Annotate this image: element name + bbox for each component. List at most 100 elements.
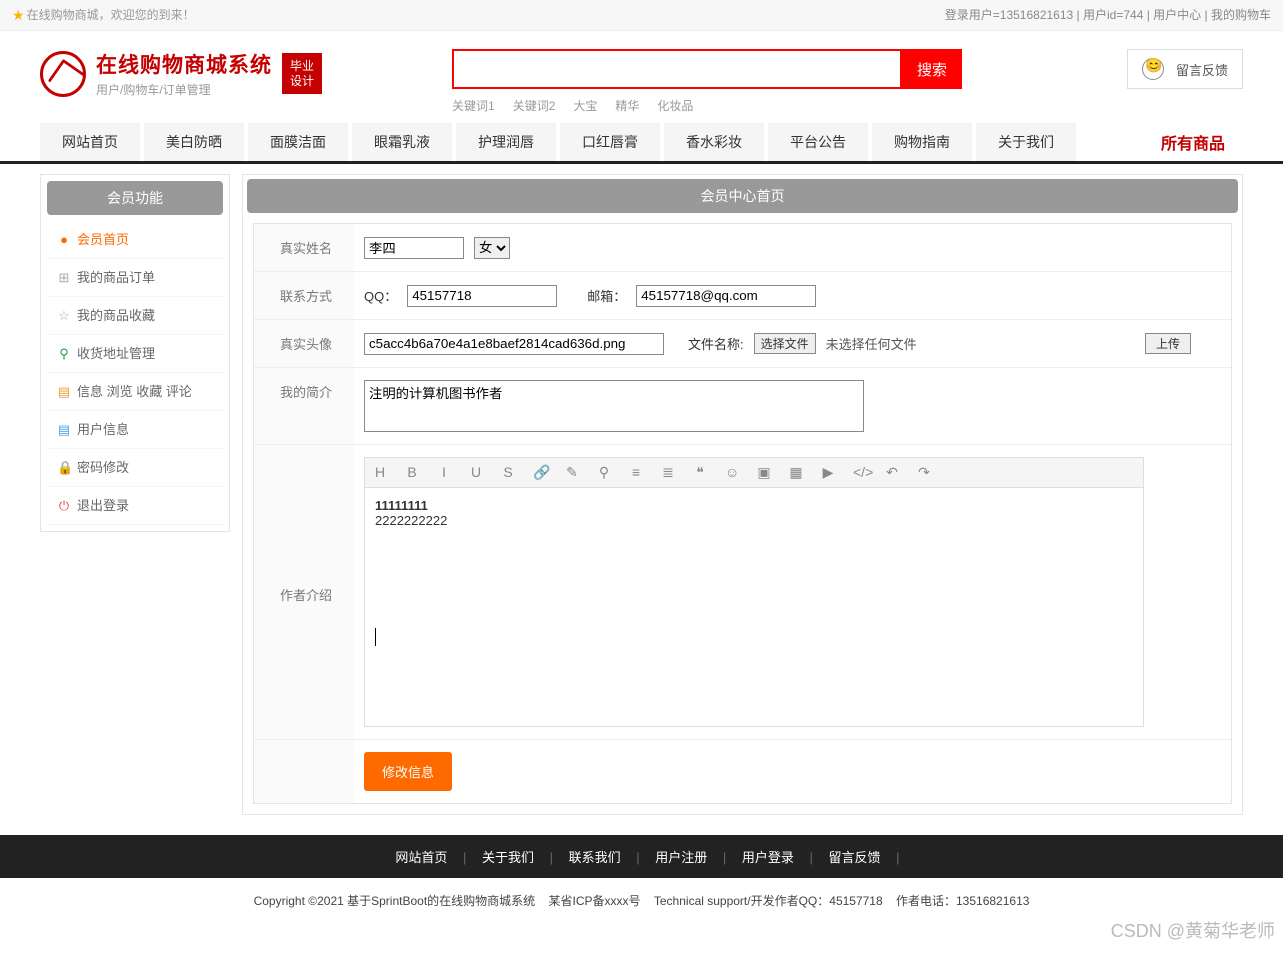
nav-item[interactable]: 网站首页 <box>40 123 140 161</box>
search-keywords: 关键词1 关键词2 大宝 精华 化妆品 <box>452 97 962 114</box>
headset-icon <box>1142 58 1164 80</box>
toolbar-icon[interactable]: H <box>373 464 387 481</box>
star-icon: ★ <box>12 0 25 31</box>
nav-item[interactable]: 关于我们 <box>976 123 1076 161</box>
nav-item[interactable]: 眼霜乳液 <box>352 123 452 161</box>
nav-item[interactable]: 护理润唇 <box>456 123 556 161</box>
toolbar-icon[interactable]: ▦ <box>789 464 803 481</box>
sidebar-item[interactable]: 🔒密码修改 <box>47 449 223 487</box>
footer-link[interactable]: 留言反馈 <box>817 850 893 865</box>
sidebar-icon: ⊞ <box>57 259 71 297</box>
my-cart-link[interactable]: 我的购物车 <box>1211 8 1271 22</box>
sidebar-item[interactable]: ▤用户信息 <box>47 411 223 449</box>
toolbar-icon[interactable]: ↷ <box>917 464 931 481</box>
header: 在线购物商城系统 用户/购物车/订单管理 毕业设计 搜索 关键词1 关键词2 大宝 精… <box>0 31 1283 122</box>
logo-badge: 毕业设计 <box>282 53 322 94</box>
editor-line2: 2222222222 <box>375 513 1133 528</box>
editor-line1: 11111111 <box>375 498 1133 513</box>
sidebar-item-label: 收货地址管理 <box>77 335 155 373</box>
logo-icon <box>40 51 86 97</box>
topbar-right: 登录用户=13516821613 | 用户id=744 | 用户中心 | 我的购… <box>945 0 1271 30</box>
keyword-link[interactable]: 关键词2 <box>513 99 556 113</box>
footer-link[interactable]: 关于我们 <box>470 850 546 865</box>
toolbar-icon[interactable]: S <box>501 464 515 481</box>
toolbar-icon[interactable]: ↶ <box>885 464 899 481</box>
sidebar-item-label: 我的商品订单 <box>77 259 155 297</box>
footer-link[interactable]: 联系我们 <box>557 850 633 865</box>
footer-link[interactable]: 网站首页 <box>383 850 459 865</box>
toolbar-icon[interactable]: 🔗 <box>533 464 547 481</box>
file-none-text: 未选择任何文件 <box>826 334 917 353</box>
site-title: 在线购物商城系统 <box>96 49 272 79</box>
sidebar-item[interactable]: ⏻退出登录 <box>47 487 223 525</box>
upload-button[interactable]: 上传 <box>1145 333 1191 354</box>
keyword-link[interactable]: 关键词1 <box>452 99 495 113</box>
toolbar-icon[interactable]: ☺ <box>725 464 739 481</box>
topbar: ★ 在线购物商城，欢迎您的到来！ 登录用户=13516821613 | 用户id… <box>0 0 1283 31</box>
avatar-input[interactable] <box>364 333 664 355</box>
label-author: 作者介绍 <box>254 445 354 739</box>
main: 会员中心首页 真实姓名 女 联系方式 QQ： 邮箱： 真实头像 <box>242 174 1243 815</box>
form: 真实姓名 女 联系方式 QQ： 邮箱： 真实头像 文件 <box>253 223 1232 804</box>
toolbar-icon[interactable]: </> <box>853 464 867 481</box>
intro-textarea[interactable] <box>364 380 864 432</box>
file-name-label: 文件名称: <box>688 334 744 353</box>
toolbar-icon[interactable]: ❝ <box>693 464 707 481</box>
toolbar-icon[interactable]: B <box>405 464 419 481</box>
toolbar-icon[interactable]: U <box>469 464 483 481</box>
sidebar-item[interactable]: ●会员首页 <box>47 221 223 259</box>
submit-button[interactable]: 修改信息 <box>364 752 452 791</box>
topbar-welcome: ★ 在线购物商城，欢迎您的到来！ <box>12 0 195 30</box>
editor-toolbar: H B I U S 🔗 ✎ ⚲ ≡ ≣ ❝ ☺ ▣ ▦ ▶ </> ↶ ↷ <box>364 457 1144 487</box>
nav-item[interactable]: 面膜洁面 <box>248 123 348 161</box>
nav-item[interactable]: 香水彩妆 <box>664 123 764 161</box>
container: 会员功能 ●会员首页⊞我的商品订单☆我的商品收藏⚲收货地址管理▤信息 浏览 收藏… <box>0 164 1283 825</box>
user-center-link[interactable]: 用户中心 <box>1153 8 1201 22</box>
sidebar-item[interactable]: ⊞我的商品订单 <box>47 259 223 297</box>
nav-item[interactable]: 美白防晒 <box>144 123 244 161</box>
nav-item[interactable]: 购物指南 <box>872 123 972 161</box>
label-name: 真实姓名 <box>254 224 354 271</box>
keyword-link[interactable]: 精华 <box>615 99 639 113</box>
sidebar-item[interactable]: ☆我的商品收藏 <box>47 297 223 335</box>
toolbar-icon[interactable]: ≡ <box>629 464 643 481</box>
nav-item[interactable]: 平台公告 <box>768 123 868 161</box>
toolbar-icon[interactable]: ≣ <box>661 464 675 481</box>
choose-file-button[interactable]: 选择文件 <box>754 333 816 354</box>
sidebar-icon: ● <box>57 221 71 259</box>
sidebar-icon: ☆ <box>57 297 71 335</box>
toolbar-icon[interactable]: ⚲ <box>597 464 611 481</box>
editor-body[interactable]: 11111111 2222222222 <box>364 487 1144 727</box>
label-avatar: 真实头像 <box>254 320 354 367</box>
feedback-button[interactable]: 留言反馈 <box>1127 49 1243 89</box>
sidebar-item-label: 用户信息 <box>77 411 129 449</box>
logo[interactable]: 在线购物商城系统 用户/购物车/订单管理 毕业设计 <box>40 49 322 98</box>
nav-item[interactable]: 口红唇膏 <box>560 123 660 161</box>
nav-all-goods[interactable]: 所有商品 <box>1143 130 1243 154</box>
toolbar-icon[interactable]: I <box>437 464 451 481</box>
feedback-label: 留言反馈 <box>1176 60 1228 79</box>
sidebar-title: 会员功能 <box>47 181 223 215</box>
search-input[interactable] <box>452 49 902 89</box>
sidebar-item-label: 信息 浏览 收藏 评论 <box>77 373 192 411</box>
user-id: 用户id=744 <box>1083 8 1143 22</box>
email-input[interactable] <box>636 285 816 307</box>
search-button[interactable]: 搜索 <box>902 49 962 89</box>
footer-link[interactable]: 用户注册 <box>643 850 719 865</box>
name-input[interactable] <box>364 237 464 259</box>
sidebar-item[interactable]: ▤信息 浏览 收藏 评论 <box>47 373 223 411</box>
toolbar-icon[interactable]: ▶ <box>821 464 835 481</box>
toolbar-icon[interactable]: ✎ <box>565 464 579 481</box>
toolbar-icon[interactable]: ▣ <box>757 464 771 481</box>
qq-input[interactable] <box>407 285 557 307</box>
footer-nav: 网站首页 | 关于我们 | 联系我们 | 用户注册 | 用户登录 | 留言反馈 … <box>0 835 1283 878</box>
sidebar-item[interactable]: ⚲收货地址管理 <box>47 335 223 373</box>
keyword-link[interactable]: 大宝 <box>573 99 597 113</box>
footer-link[interactable]: 用户登录 <box>730 850 806 865</box>
keyword-link[interactable]: 化妆品 <box>657 99 693 113</box>
sidebar-icon: ⏻ <box>57 487 71 525</box>
sidebar-icon: ▤ <box>57 373 71 411</box>
gender-select[interactable]: 女 <box>474 237 510 259</box>
email-label: 邮箱： <box>587 286 626 305</box>
login-user: 登录用户=13516821613 <box>945 8 1073 22</box>
